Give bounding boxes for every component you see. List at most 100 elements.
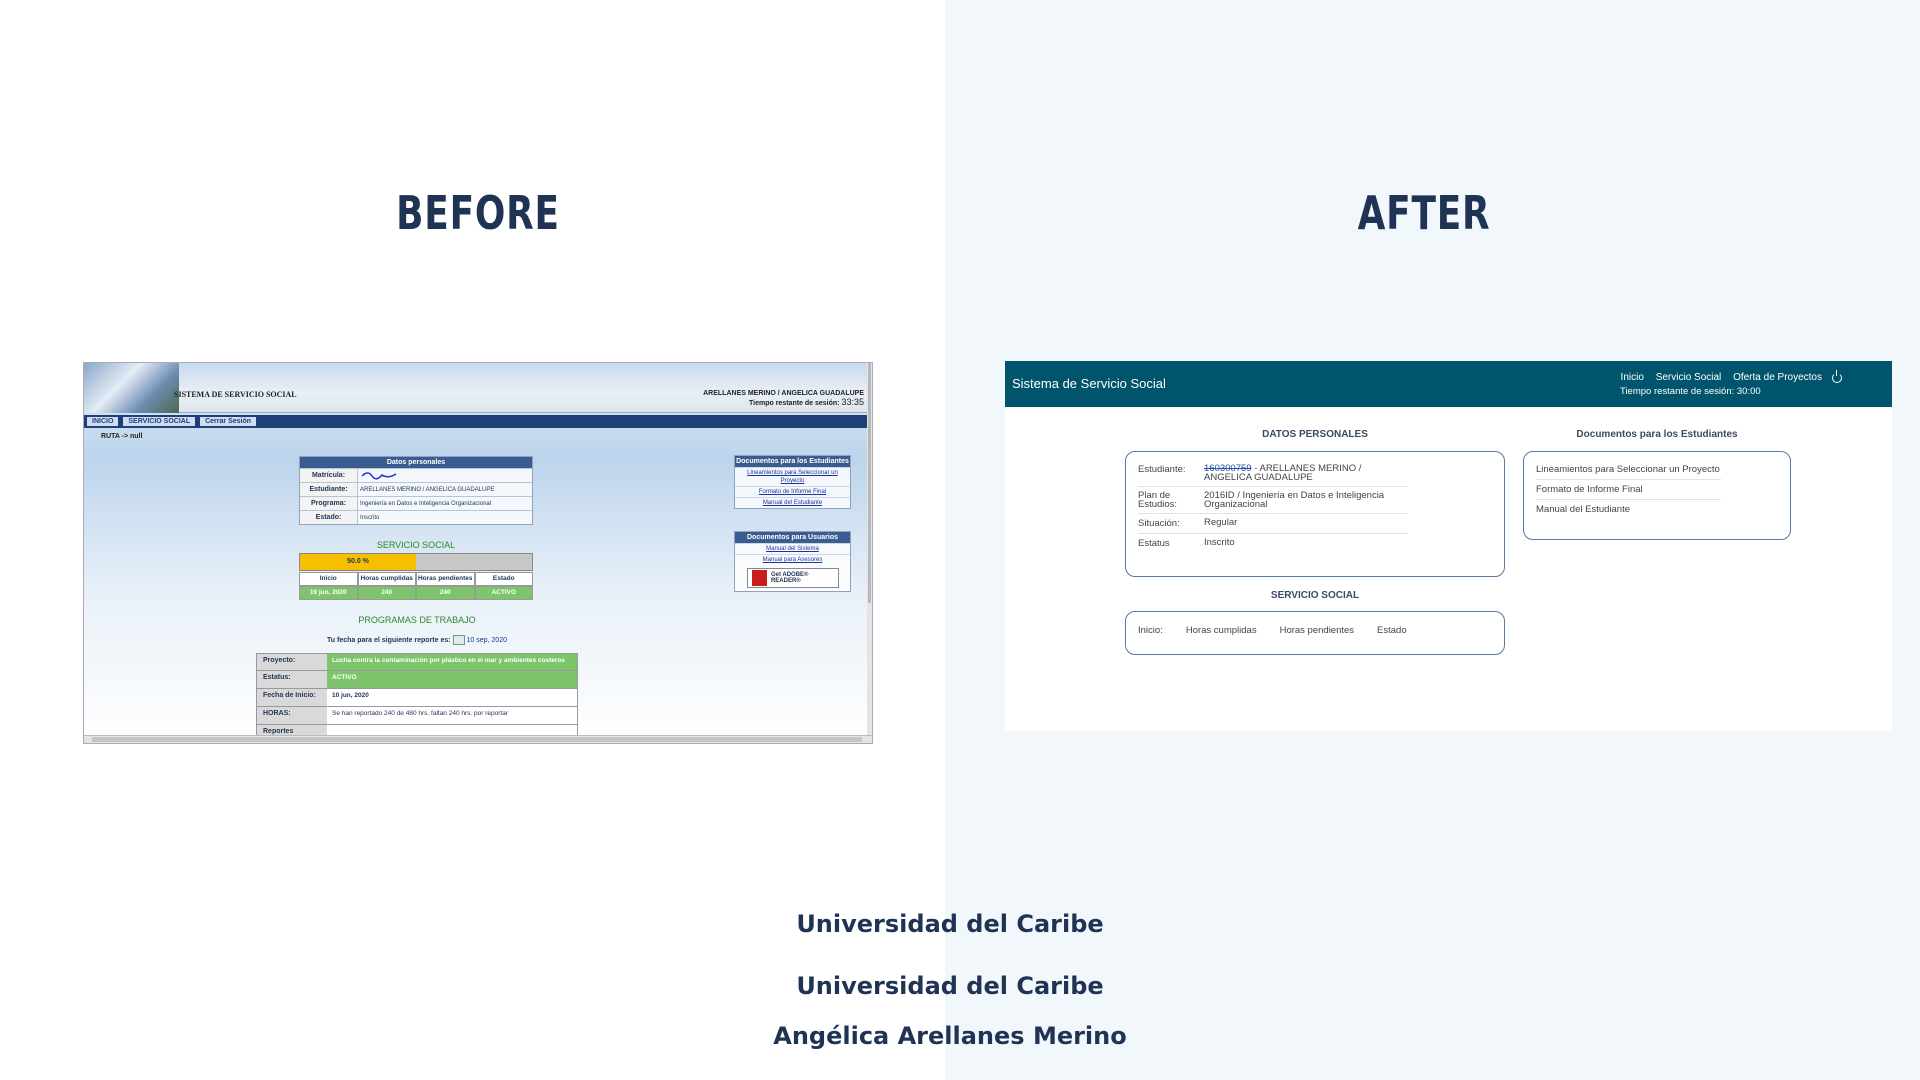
old-project-value: Lucha contra la contaminación por plásti… [327, 654, 577, 670]
old-ss-value-row: 19 jun, 2020 240 240 ACTIVO [299, 586, 533, 600]
old-doc-link[interactable]: Manual del Estudiante [735, 497, 850, 508]
old-doc-link[interactable]: Manual del Sistema [735, 543, 850, 554]
old-next-report-label: Tu fecha para el siguiente reporte es: [327, 636, 451, 644]
old-project-row: Estatus: ACTIVO [256, 671, 578, 689]
old-signature [358, 470, 400, 482]
footer-line-1: Universidad del Caribe [796, 910, 1104, 938]
adobe-reader-button[interactable]: Get ADOBE® READER® [746, 568, 839, 588]
old-user-name: ARELLANES MERINO / ANGELICA GUADALUPE [703, 390, 864, 397]
new-personal-title: DATOS PERSONALES [1262, 429, 1368, 440]
new-docs-title: Documentos para los Estudiantes [1576, 429, 1738, 440]
old-project-table: Proyecto: Lucha contra la contaminación p… [256, 653, 578, 743]
new-row-value: 2016ID / Ingeniería en Datos e Inteligen… [1204, 490, 1385, 510]
old-ss-value: ACTIVO [474, 586, 533, 600]
old-next-report: Tu fecha para el siguiente reporte es: 1… [256, 635, 578, 645]
old-docs-users-title: Documentos para Usuarios [735, 532, 850, 543]
old-ss-value: 19 jun, 2020 [299, 586, 358, 600]
new-personal-row: Estatus Inscrito [1138, 534, 1408, 553]
old-project-row: Proyecto: Lucha contra la contaminación p… [256, 653, 578, 671]
new-nav-oferta-proyectos[interactable]: Oferta de Proyectos [1733, 372, 1822, 383]
new-row-value: Regular [1204, 517, 1238, 528]
new-row-label: Situación: [1138, 518, 1180, 529]
old-ss-value: 240 [357, 586, 416, 600]
old-progress-bar: 50.0 % [299, 553, 533, 571]
old-project-value: ACTIVO [327, 671, 577, 688]
new-doc-link[interactable]: Manual del Estudiante [1536, 500, 1721, 519]
old-ss-header-row: Inicio Horas cumplidas Horas pendientes … [299, 572, 533, 586]
old-vertical-scrollbar-thumb[interactable] [868, 363, 871, 603]
old-session-label: Tiempo restante de sesión: [749, 400, 840, 407]
new-ss-field: Estado [1377, 625, 1407, 636]
old-project-value: 10 jun, 2020 [327, 689, 577, 706]
new-row-label: Estatus [1138, 538, 1170, 549]
old-row-matricula: Matrícula: [300, 468, 532, 482]
new-row-value: 160300759 - ARELLANES MERINO / ANGELICA … [1204, 464, 1408, 483]
old-nav-inicio[interactable]: INICIO [87, 417, 119, 426]
old-ss-header: Estado [474, 572, 533, 586]
campus-building-image [84, 363, 179, 413]
old-next-report-date: 10 sep, 2020 [466, 636, 507, 644]
new-personal-row: Plan de Estudios: 2016ID / Ingeniería en … [1138, 487, 1408, 514]
old-personal-data-box: Datos personales Matrícula: Estudiante: A… [299, 456, 533, 525]
old-row-programa: Programa: Ingeniería en Datos e Inteligen… [300, 496, 532, 510]
old-horizontal-scrollbar-thumb[interactable] [92, 737, 862, 742]
new-personal-row: Estudiante: 160300759 - ARELLANES MERINO … [1138, 460, 1408, 487]
new-row-label: Plan de Estudios: [1138, 490, 1178, 510]
old-project-label: Fecha de Inicio: [257, 689, 327, 706]
new-ss-field: Horas pendientes [1279, 625, 1355, 636]
new-ss-field: Inicio: [1138, 625, 1163, 636]
adobe-reader-label: Get ADOBE® READER® [770, 572, 809, 584]
old-ss-value: 240 [416, 586, 475, 600]
old-doc-link[interactable]: Manual para Asesores [735, 554, 850, 565]
old-project-label: HORAS: [257, 707, 327, 724]
new-row-label: Estudiante: [1138, 464, 1186, 475]
old-personal-title: Datos personales [300, 457, 532, 468]
old-ss-table: Inicio Horas cumplidas Horas pendientes … [299, 572, 533, 600]
old-nav-cerrar-sesion[interactable]: Cerrar Sesión [200, 417, 257, 426]
new-ss-title: SERVICIO SOCIAL [1270, 590, 1360, 601]
old-row-label: Estado: [300, 511, 358, 524]
old-project-row: HORAS: Se han reportado 240 de 480 hrs. f… [256, 707, 578, 725]
calendar-icon[interactable] [452, 635, 465, 645]
new-personal-card: Estudiante: 160300759 - ARELLANES MERINO … [1125, 451, 1505, 577]
new-nav-servicio-social[interactable]: Servicio Social [1656, 372, 1722, 383]
old-system-title: SISTEMA DE SERVICIO SOCIAL [174, 390, 297, 399]
power-icon[interactable] [1832, 370, 1842, 383]
new-docs-card: Lineamientos para Seleccionar un Proyect… [1523, 451, 1791, 540]
old-ss-header: Inicio [299, 572, 358, 586]
old-row-value: ARELLANES MERINO / ANGELICA GUADALUPE [360, 486, 495, 493]
old-nav: INICIO SERVICIO SOCIAL Cerrar Sesión [84, 415, 872, 428]
old-row-label: Programa: [300, 497, 358, 510]
old-row-value: Inscrito [360, 514, 380, 521]
after-heading: AFTER [1357, 186, 1491, 240]
old-ss-header: Horas cumplidas [357, 572, 416, 586]
old-vertical-scrollbar[interactable] [867, 363, 872, 737]
new-ss-card: Inicio: Horas cumplidas Horas pendientes… [1125, 611, 1505, 655]
new-ss-row: Inicio: Horas cumplidas Horas pendientes… [1126, 612, 1504, 649]
footer-line-2: Universidad del Caribe [796, 972, 1104, 1000]
old-nav-servicio-social[interactable]: SERVICIO SOCIAL [123, 417, 196, 426]
old-header: SISTEMA DE SERVICIO SOCIAL ARELLANES MER… [84, 363, 872, 413]
adobe-logo-icon [751, 570, 767, 586]
new-row-value: Inscrito [1204, 537, 1235, 548]
old-doc-link[interactable]: Lineamientos para Seleccionar un Proyect… [735, 467, 850, 486]
before-heading: BEFORE [396, 186, 560, 240]
old-project-label: Proyecto: [257, 654, 327, 670]
new-nav-inicio[interactable]: Inicio [1621, 372, 1644, 383]
new-session-time: Tiempo restante de sesión: 30:00 [1620, 386, 1761, 397]
new-doc-link[interactable]: Lineamientos para Seleccionar un Proyect… [1536, 460, 1721, 480]
old-doc-link[interactable]: Formato de Informe Final [735, 486, 850, 497]
footer-author: Angélica Arellanes Merino [773, 1022, 1127, 1050]
old-row-estudiante: Estudiante: ARELLANES MERINO / ANGELICA G… [300, 482, 532, 496]
new-doc-link[interactable]: Formato de Informe Final [1536, 480, 1721, 500]
old-ruta: RUTA -> null [101, 433, 143, 440]
old-project-value: Se han reportado 240 de 480 hrs. faltan … [327, 707, 577, 724]
new-personal-row: Situación: Regular [1138, 514, 1408, 534]
old-horizontal-scrollbar[interactable] [84, 735, 872, 743]
old-ss-header: Horas pendientes [416, 572, 475, 586]
new-nav: Inicio Servicio Social Oferta de Proyect… [1612, 372, 1822, 383]
old-project-row: Fecha de Inicio: 10 jun, 2020 [256, 689, 578, 707]
old-programs-title: PROGRAMAS DE TRABAJO [358, 615, 476, 625]
old-row-estado: Estado: Inscrito [300, 510, 532, 524]
old-progress-fill: 50.0 % [300, 554, 416, 570]
